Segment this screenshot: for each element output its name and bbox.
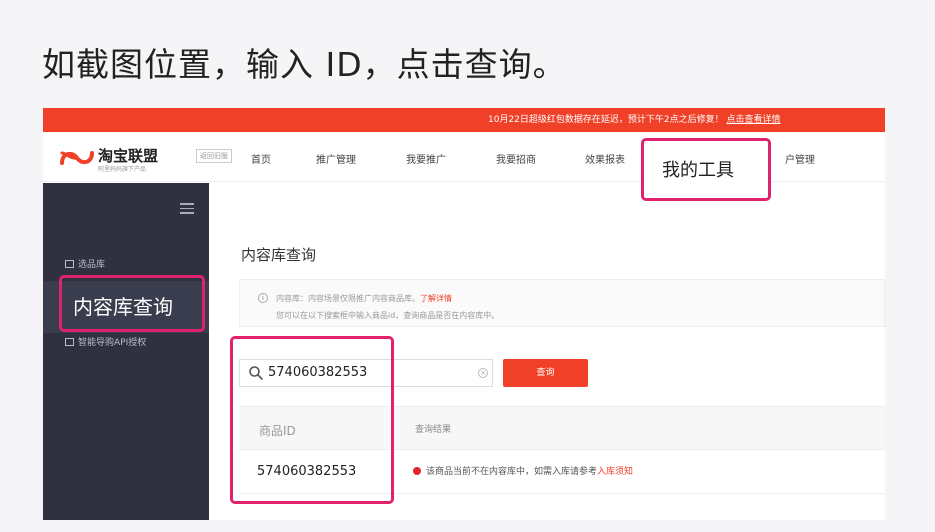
logo-slogan: 阿里妈妈旗下产品 bbox=[98, 166, 147, 173]
nav-home[interactable]: 首页 bbox=[251, 151, 271, 166]
info-line-2: 您可以在以下搜索框中输入商品id，查询商品是否在内容库中。 bbox=[276, 311, 500, 320]
notice-message: 10月22日超级红包数据存在延迟，预计下午2点之后修复！ 点击查看详情 bbox=[488, 108, 781, 132]
slide-title: 如截图位置，输入 ID，点击查询。 bbox=[42, 45, 567, 84]
logo[interactable]: 淘宝联盟 阿里妈妈旗下产品 返回旧版 bbox=[60, 145, 240, 173]
sidebar: 选品库 内容库查询 智能导购API授权 bbox=[43, 183, 209, 520]
menu-toggle-icon[interactable] bbox=[180, 203, 194, 214]
clear-icon[interactable]: × bbox=[478, 368, 488, 378]
api-icon bbox=[65, 338, 74, 346]
nav-promote[interactable]: 我要推广 bbox=[406, 151, 446, 166]
sidebar-item-label: 选品库 bbox=[78, 260, 106, 270]
nav-account-manage[interactable]: 户管理 bbox=[785, 151, 815, 166]
nav-merchants[interactable]: 我要招商 bbox=[496, 151, 536, 166]
highlight-my-tools[interactable]: 我的工具 bbox=[641, 138, 771, 201]
logo-name: 淘宝联盟 bbox=[98, 147, 159, 165]
sidebar-item-label: 智能导购API授权 bbox=[78, 338, 147, 348]
info-icon: i bbox=[258, 293, 268, 303]
nav-my-tools[interactable]: 我的工具 bbox=[662, 156, 734, 182]
query-button[interactable]: 查询 bbox=[503, 359, 588, 387]
info-line-1: 内容库：内容场景仅限推广内容商品库。了解详情 bbox=[276, 293, 452, 304]
notice-text: 10月22日超级红包数据存在延迟，预计下午2点之后修复！ bbox=[488, 115, 724, 125]
notice-link[interactable]: 点击查看详情 bbox=[727, 115, 781, 125]
highlight-content-query bbox=[59, 275, 205, 332]
cell-result: 该商品当前不在内容库中，如需入库请参考入库须知 bbox=[413, 464, 633, 477]
nav-promotion-manage[interactable]: 推广管理 bbox=[316, 151, 356, 166]
error-icon bbox=[413, 467, 421, 475]
highlight-search-result bbox=[230, 336, 394, 504]
column-header-result: 查询结果 bbox=[415, 425, 452, 435]
info-text: 内容库：内容场景仅限推广内容商品库。 bbox=[276, 294, 420, 303]
taobao-lianmeng-logo-icon bbox=[60, 151, 94, 165]
info-detail-link[interactable]: 了解详情 bbox=[420, 294, 452, 303]
result-text: 该商品当前不在内容库中，如需入库请参考 bbox=[426, 467, 598, 477]
info-notice: i 内容库：内容场景仅限推广内容商品库。了解详情 您可以在以下搜索框中输入商品i… bbox=[239, 279, 885, 327]
nav-reports[interactable]: 效果报表 bbox=[585, 151, 625, 166]
sidebar-item-api-auth[interactable]: 智能导购API授权 bbox=[65, 335, 146, 348]
page-title: 内容库查询 bbox=[241, 246, 317, 264]
sidebar-item-selection-library[interactable]: 选品库 bbox=[65, 257, 105, 270]
notice-bar: 10月22日超级红包数据存在延迟，预计下午2点之后修复！ 点击查看详情 bbox=[43, 108, 885, 132]
home-icon bbox=[65, 260, 74, 268]
storage-guide-link[interactable]: 入库须知 bbox=[597, 467, 633, 477]
old-version-link[interactable]: 返回旧版 bbox=[196, 149, 232, 163]
